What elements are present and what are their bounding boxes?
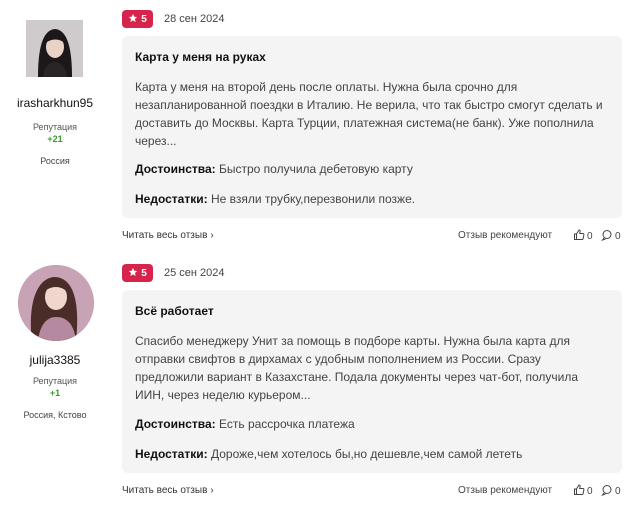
pros-line: Достоинства: Быстро получила дебетовую к… (135, 162, 615, 176)
review-card: Всё работает Спасибо менеджеру Унит за п… (122, 290, 622, 473)
comment-count: 0 (615, 231, 621, 242)
chevron-right-icon: › (210, 485, 214, 496)
like-button[interactable]: 0 (573, 229, 593, 244)
review-title[interactable]: Всё работает (135, 304, 214, 318)
read-more-link[interactable]: Читать весь отзыв › (122, 230, 214, 241)
reputation-value: +1 (49, 388, 61, 398)
pros-text: Есть рассрочка платежа (219, 417, 355, 431)
recommend-label: Отзыв рекомендуют (458, 485, 553, 496)
rating-badge: 5 (122, 264, 153, 282)
comments-button[interactable]: 0 (601, 484, 621, 499)
review-item: irasharkhun95 Репутация +21 Россия 5 28 … (0, 0, 631, 254)
like-count: 0 (587, 231, 593, 242)
review-item: julija3385 Репутация +1 Россия, Кстово 5… (0, 254, 631, 509)
review-card: Карта у меня на руках Карта у меня на вт… (122, 36, 622, 218)
cons-line: Недостатки: Не взяли трубку,перезвонили … (135, 192, 615, 206)
review-title[interactable]: Карта у меня на руках (135, 50, 266, 64)
avatar[interactable] (18, 265, 94, 341)
comment-icon (601, 484, 613, 499)
avatar[interactable] (26, 20, 83, 77)
cons-label: Недостатки: (135, 192, 208, 206)
rating-badge: 5 (122, 10, 153, 28)
star-icon (128, 267, 138, 280)
review-text: Карта у меня на второй день после оплаты… (135, 80, 603, 148)
cons-text: Дороже,чем хотелось бы,но дешевле,чем са… (210, 447, 523, 461)
rating-value: 5 (141, 267, 147, 279)
author-location: Россия, Кстово (23, 410, 87, 420)
like-button[interactable]: 0 (573, 484, 593, 499)
reputation-label: Репутация (32, 376, 78, 386)
recommend-label: Отзыв рекомендуют (458, 230, 553, 241)
chevron-right-icon: › (210, 230, 214, 241)
author-name[interactable]: julija3385 (0, 353, 110, 367)
pros-label: Достоинства: (135, 162, 216, 176)
review-date: 25 сен 2024 (164, 267, 225, 279)
pros-line: Достоинства: Есть рассрочка платежа (135, 417, 615, 431)
thumb-up-icon (573, 229, 585, 244)
cons-label: Недостатки: (135, 447, 208, 461)
pros-text: Быстро получила дебетовую карту (219, 162, 413, 176)
read-more-label: Читать весь отзыв (122, 485, 208, 496)
reputation-value: +21 (47, 134, 63, 144)
star-icon (128, 13, 138, 26)
pros-label: Достоинства: (135, 417, 216, 431)
author-name[interactable]: irasharkhun95 (0, 96, 110, 110)
comments-button[interactable]: 0 (601, 229, 621, 244)
comment-count: 0 (615, 486, 621, 497)
rating-value: 5 (141, 13, 147, 25)
review-text: Спасибо менеджеру Унит за помощь в подбо… (135, 334, 579, 402)
read-more-link[interactable]: Читать весь отзыв › (122, 485, 214, 496)
reputation-label: Репутация (32, 122, 78, 132)
cons-line: Недостатки: Дороже,чем хотелось бы,но де… (135, 447, 615, 461)
review-date: 28 сен 2024 (164, 13, 225, 25)
thumb-up-icon (573, 484, 585, 499)
read-more-label: Читать весь отзыв (122, 230, 208, 241)
cons-text: Не взяли трубку,перезвонили позже. (210, 192, 416, 206)
like-count: 0 (587, 486, 593, 497)
comment-icon (601, 229, 613, 244)
author-location: Россия (40, 156, 70, 166)
